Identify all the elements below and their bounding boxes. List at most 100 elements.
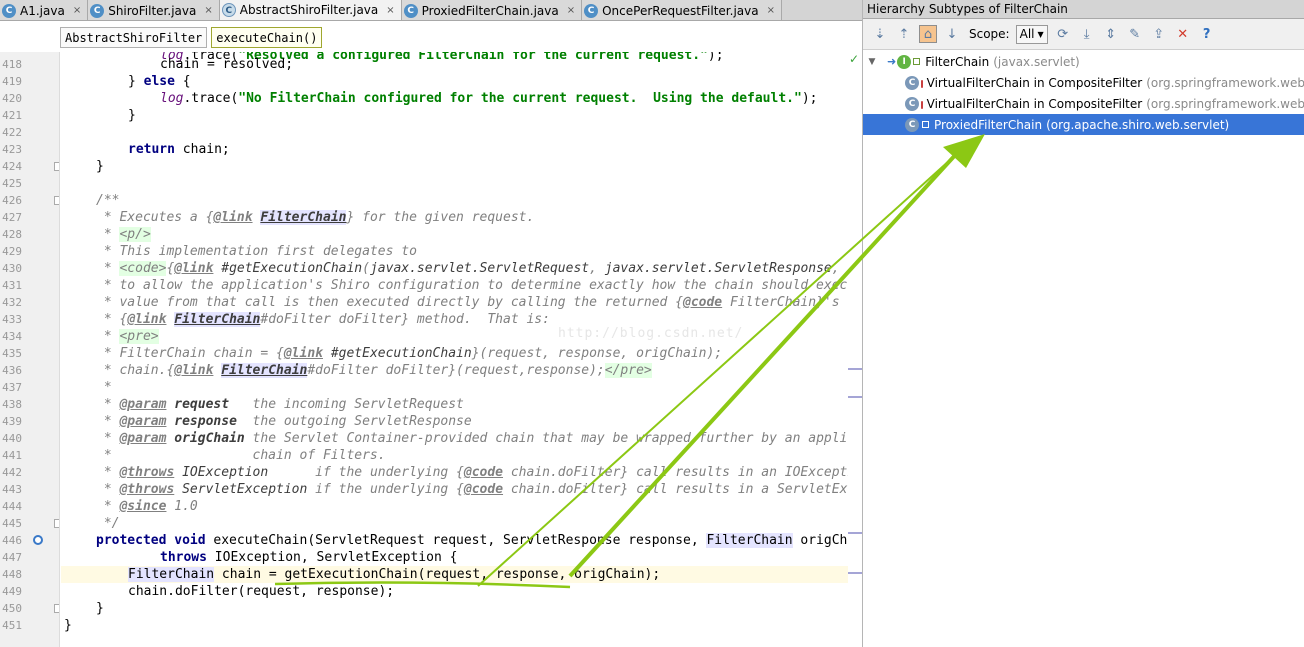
code-line: * chain of Filters. xyxy=(96,448,386,463)
code-line: * <code>{@link #getExecutionChain(javax.… xyxy=(96,261,848,276)
breadcrumb: AbstractShiroFilter executeChain() xyxy=(0,22,862,52)
close-tab-icon[interactable]: × xyxy=(204,5,212,16)
pin-icon[interactable]: ✎ xyxy=(1126,25,1144,43)
code-editor[interactable]: C A1.java × C ShiroFilter.java × C Abstr… xyxy=(0,0,862,647)
class-icon: C xyxy=(905,117,919,132)
close-tab-icon[interactable]: × xyxy=(567,5,575,16)
lock-icon xyxy=(921,100,923,109)
code-line: chain.doFilter(request, response); xyxy=(128,584,395,599)
line-number: 443 xyxy=(2,483,22,496)
line-number: 441 xyxy=(2,449,22,462)
hierarchy-tree[interactable]: ▼ ➜ I FilterChain (javax.servlet) C Virt… xyxy=(863,50,1304,647)
code-line: chain = resolved; xyxy=(160,57,294,72)
line-number: 423 xyxy=(2,143,22,156)
line-number: 444 xyxy=(2,500,22,513)
line-number: 429 xyxy=(2,245,22,258)
refresh-icon[interactable]: ⟳ xyxy=(1054,25,1072,43)
class-icon: C xyxy=(905,75,919,90)
editor-tab-bar: C A1.java × C ShiroFilter.java × C Abstr… xyxy=(0,0,862,21)
scope-value: All xyxy=(1019,27,1035,41)
public-icon xyxy=(913,58,921,65)
supertypes-hierarchy-icon[interactable]: ⇡ xyxy=(895,25,913,43)
arrow-right-icon: ➜ xyxy=(887,55,897,68)
code-line: log.trace("No FilterChain configured for… xyxy=(160,91,818,106)
breadcrumb-class[interactable]: AbstractShiroFilter xyxy=(60,26,208,48)
line-number: 418 xyxy=(2,58,22,71)
export-icon[interactable]: ⇪ xyxy=(1150,25,1168,43)
hierarchy-toolbar: ⇣ ⇡ ⌂ ↓ Scope: All ▼ ⟳ ⤓ ⇕ ✎ ⇪ ✕ ? xyxy=(863,19,1304,50)
stripe-mark xyxy=(848,368,862,370)
lock-icon xyxy=(921,79,923,88)
subtypes-hierarchy-icon[interactable]: ⇣ xyxy=(871,25,889,43)
line-number: 445 xyxy=(2,517,22,530)
code-line: * <pre> xyxy=(96,329,159,344)
close-icon[interactable]: ✕ xyxy=(1174,25,1192,43)
class-icon: C xyxy=(584,3,599,18)
tab-a1[interactable]: C A1.java × xyxy=(0,0,89,20)
line-number: 436 xyxy=(2,364,22,377)
fold-marker-icon[interactable] xyxy=(54,162,59,171)
override-marker-icon[interactable] xyxy=(33,535,43,545)
code-line: * @throws ServletException if the underl… xyxy=(96,482,848,497)
error-stripe[interactable]: ✓ xyxy=(848,52,862,647)
line-number: 442 xyxy=(2,466,22,479)
close-tab-icon[interactable]: × xyxy=(73,5,81,16)
line-number: 450 xyxy=(2,602,22,615)
node-name: VirtualFilterChain in CompositeFilter xyxy=(926,96,1143,111)
fold-marker-icon[interactable] xyxy=(54,519,59,528)
scope-select[interactable]: All ▼ xyxy=(1015,24,1048,44)
stripe-mark xyxy=(848,572,862,574)
close-tab-icon[interactable]: × xyxy=(386,5,394,16)
sort-alphabetically-icon[interactable]: ↓ xyxy=(943,25,961,43)
code-line: * FilterChain chain = {@link #getExecuti… xyxy=(96,346,723,361)
expand-triangle-icon[interactable]: ▼ xyxy=(867,57,877,67)
code-line: * @param origChain the Servlet Container… xyxy=(96,431,848,446)
code-line: * @param response the outgoing ServletRe… xyxy=(96,414,472,429)
code-area[interactable]: log.trace("Resolved a configured FilterC… xyxy=(61,52,848,647)
node-package: (org.springframework.web xyxy=(1146,75,1304,90)
code-line: } else { xyxy=(128,74,191,89)
line-number: 426 xyxy=(2,194,22,207)
fold-marker-icon[interactable] xyxy=(54,196,59,205)
tab-proxiedfilterchain[interactable]: C ProxiedFilterChain.java × xyxy=(401,0,583,20)
tab-abstractshirofilter[interactable]: C AbstractShiroFilter.java × xyxy=(219,0,402,20)
code-line: * {@link FilterChain#doFilter doFilter} … xyxy=(96,312,550,327)
code-line: } xyxy=(96,159,104,174)
code-line: * to allow the application's Shiro confi… xyxy=(103,278,848,293)
hierarchy-panel: Hierarchy Subtypes of FilterChain ⇣ ⇡ ⌂ … xyxy=(862,0,1304,647)
tab-label: ProxiedFilterChain.java xyxy=(421,3,559,18)
class-icon: C xyxy=(403,3,418,18)
line-number: 433 xyxy=(2,313,22,326)
line-number: 437 xyxy=(2,381,22,394)
class-hierarchy-icon[interactable]: ⌂ xyxy=(919,25,937,43)
line-number: 424 xyxy=(2,160,22,173)
line-number: 440 xyxy=(2,432,22,445)
tab-onceperrequestfilter[interactable]: C OncePerRequestFilter.java × xyxy=(582,0,782,20)
code-line: protected void executeChain(ServletReque… xyxy=(96,533,848,548)
code-line: * Executes a {@link FilterChain} for the… xyxy=(96,210,535,225)
help-icon[interactable]: ? xyxy=(1198,25,1216,43)
close-tab-icon[interactable]: × xyxy=(767,5,775,16)
autoscroll-to-source-icon[interactable]: ⤓ xyxy=(1078,25,1096,43)
node-package: (org.apache.shiro.web.servlet) xyxy=(1046,117,1230,132)
line-number-gutter[interactable]: 418 419 420 421 422 423 424 425 426 427 428 429 430 4… xyxy=(0,52,60,647)
breadcrumb-method[interactable]: executeChain() xyxy=(211,26,323,48)
code-line: } xyxy=(64,618,72,633)
public-icon xyxy=(922,121,929,128)
tab-label: OncePerRequestFilter.java xyxy=(602,3,759,18)
tab-shirofilter[interactable]: C ShiroFilter.java × xyxy=(88,0,220,20)
panel-title: Hierarchy Subtypes of FilterChain xyxy=(863,0,1304,19)
watermark: http://blog.csdn.net/ xyxy=(558,326,744,341)
line-number: 421 xyxy=(2,109,22,122)
code-line: * @throws IOException if the underlying … xyxy=(96,465,848,480)
fold-marker-icon[interactable] xyxy=(54,604,59,613)
tree-node-virtualfilterchain[interactable]: C VirtualFilterChain in CompositeFilter … xyxy=(863,93,1304,114)
tree-node-filterchain[interactable]: ▼ ➜ I FilterChain (javax.servlet) xyxy=(863,51,1304,72)
tree-node-proxiedfilterchain[interactable]: C ProxiedFilterChain (org.apache.shiro.w… xyxy=(863,114,1304,135)
line-number: 422 xyxy=(2,126,22,139)
code-line: /** xyxy=(96,193,120,208)
tree-node-virtualfilterchain[interactable]: C VirtualFilterChain in CompositeFilter … xyxy=(863,72,1304,93)
expand-all-icon[interactable]: ⇕ xyxy=(1102,25,1120,43)
tab-label: ShiroFilter.java xyxy=(108,3,197,18)
stripe-mark xyxy=(848,532,862,534)
